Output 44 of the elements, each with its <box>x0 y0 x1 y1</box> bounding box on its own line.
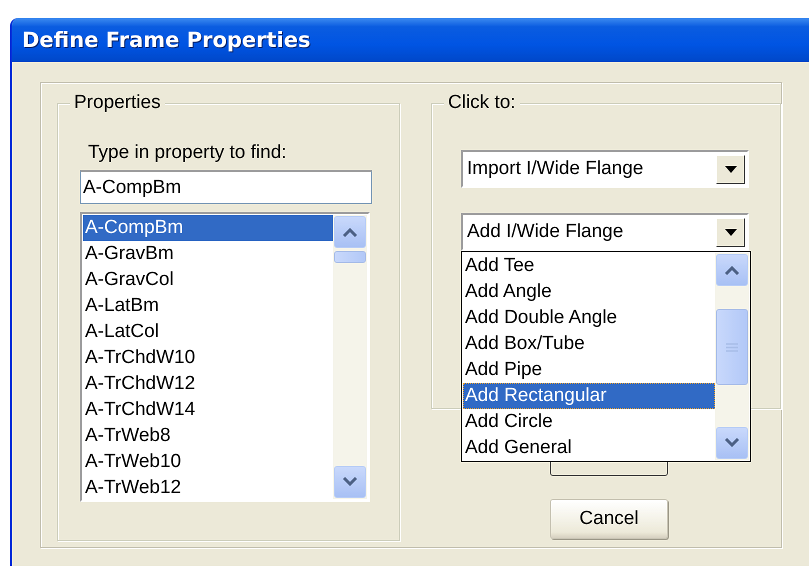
dropdown-button[interactable] <box>716 218 745 246</box>
list-item[interactable]: A-TrChdW12 <box>83 371 333 397</box>
dropdown-option[interactable]: Add Box/Tube <box>463 331 715 357</box>
scroll-down-button[interactable] <box>334 466 366 498</box>
list-item[interactable]: A-LatBm <box>83 293 333 319</box>
list-item[interactable]: A-TrWeb10 <box>83 449 333 475</box>
import-select[interactable]: Import I/Wide Flange <box>461 150 749 188</box>
scrollbar[interactable] <box>333 215 367 499</box>
scroll-up-button[interactable] <box>334 216 366 248</box>
search-label: Type in property to find: <box>88 142 288 164</box>
scroll-thumb[interactable] <box>716 309 748 385</box>
dropdown-option[interactable]: Add Rectangular <box>463 383 715 409</box>
chevron-down-icon[interactable] <box>342 477 358 487</box>
dropdown-option[interactable]: Add Circle <box>463 409 715 435</box>
list-item[interactable]: A-TrChdW14 <box>83 397 333 423</box>
list-item[interactable]: A-GravCol <box>83 267 333 293</box>
dropdown-option[interactable]: Add Pipe <box>463 357 715 383</box>
list-item[interactable]: A-LatCol <box>83 319 333 345</box>
dropdown-button[interactable] <box>716 154 745 184</box>
list-item[interactable]: A-TrWeb12 <box>83 475 333 501</box>
property-list[interactable]: A-CompBm A-GravBm A-GravCol A-LatBm A-LatCol A-TrChdW10 A-TrChdW12 A-TrChdW14 A-TrWeb8 A-TrWeb10 A-TrWeb12 <box>80 212 370 502</box>
chevron-up-icon[interactable] <box>342 227 358 237</box>
list-item[interactable]: A-TrWeb8 <box>83 423 333 449</box>
scroll-thumb[interactable] <box>334 251 366 263</box>
chevron-up-icon[interactable] <box>724 265 740 275</box>
chevron-down-icon[interactable] <box>724 438 740 448</box>
list-item[interactable]: A-TrChdW10 <box>83 345 333 371</box>
search-field[interactable]: A-CompBm <box>80 170 372 204</box>
scrollbar[interactable] <box>715 253 749 460</box>
dropdown-option[interactable]: Add Double Angle <box>463 305 715 331</box>
dropdown-arrow-icon <box>724 166 736 172</box>
dropdown-arrow-icon <box>724 228 736 236</box>
window-title: Define Frame Properties <box>22 28 310 52</box>
list-item[interactable]: A-CompBm <box>83 215 333 241</box>
group-legend: Properties <box>70 92 165 114</box>
list-item[interactable]: A-GravBm <box>83 241 333 267</box>
scroll-up-button[interactable] <box>716 254 748 286</box>
scroll-down-button[interactable] <box>716 427 748 459</box>
dropdown-option[interactable]: Add Tee <box>463 253 715 279</box>
grip-icon <box>726 342 738 352</box>
cancel-button[interactable]: Cancel <box>550 499 668 539</box>
dropdown-option[interactable]: Add Angle <box>463 279 715 305</box>
add-select[interactable]: Add I/Wide Flange <box>461 213 749 251</box>
dropdown-option[interactable]: Add General <box>463 435 715 461</box>
